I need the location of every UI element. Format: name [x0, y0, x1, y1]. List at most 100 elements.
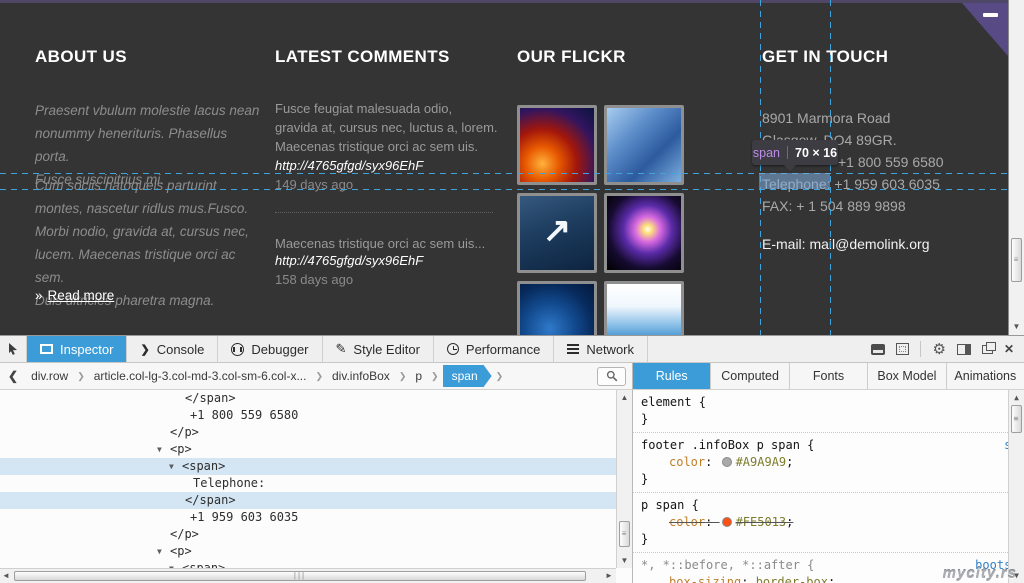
sidebar-tab-computed[interactable]: Computed — [711, 363, 790, 389]
devtools-second-row: ❮ div.row ❯ article.col-lg-3.col-md-3.col-… — [0, 363, 1024, 390]
markup-row[interactable]: ▼ <p> — [0, 543, 616, 560]
pick-element-button[interactable] — [0, 336, 27, 362]
search-button[interactable] — [597, 366, 626, 386]
settings-gear-icon[interactable]: ⚙ — [932, 342, 945, 357]
separate-window-icon[interactable] — [981, 341, 996, 354]
markup-scroll-left-icon[interactable]: ◄ — [1, 569, 11, 583]
tab-debugger[interactable]: Debugger — [218, 336, 323, 362]
markup-vertical-scrollbar[interactable]: ▲ ≡ ▼ — [616, 390, 632, 568]
arrow-icon: ↗ — [542, 211, 572, 250]
markup-row[interactable]: +1 800 559 6580 — [0, 407, 616, 424]
css-declaration[interactable]: color: #FE5013; — [641, 514, 1002, 531]
page-scrollbar[interactable]: ≡ ▼ — [1008, 0, 1024, 335]
css-declaration[interactable]: color: #A9A9A9; — [641, 454, 1002, 471]
tab-inspector[interactable]: Inspector — [27, 336, 128, 362]
markup-scrollbar-thumb[interactable]: ≡ — [619, 521, 630, 547]
markup-row[interactable]: ▼<span> — [0, 560, 616, 568]
markup-row[interactable]: ▼ <p> — [0, 441, 616, 458]
page-scroll-down-icon[interactable]: ▼ — [1009, 320, 1024, 333]
element-highlight-overlay — [759, 173, 830, 189]
markup-rows: </span> +1 800 559 6580 </p> ▼ <p> ▼ <span> Tel… — [0, 390, 616, 568]
markup-row[interactable]: +1 959 603 6035 — [0, 509, 616, 526]
sidebar-tab-animations[interactable]: Animations — [947, 363, 1024, 389]
close-devtools-icon[interactable]: ✕ — [1004, 342, 1014, 356]
rules-scrollbar-thumb[interactable]: ≡ — [1011, 405, 1022, 433]
comment-2-link[interactable]: http://4765gfgd/syx96EhF — [275, 253, 423, 268]
sidebar-tab-box-model[interactable]: Box Model — [868, 363, 947, 389]
responsive-design-mode-icon[interactable] — [896, 343, 910, 355]
rule-close-brace: } — [641, 412, 649, 426]
markup-row[interactable]: ▼<span> — [0, 458, 616, 475]
markup-row[interactable]: </span> — [0, 492, 616, 509]
highlighter-guide-left — [760, 0, 761, 335]
tab-console[interactable]: ❯ Console — [127, 336, 219, 362]
markup-row-text: Telephone: — [193, 476, 266, 490]
markup-row[interactable]: </p> — [0, 526, 616, 543]
toggle-split-console-icon[interactable] — [871, 343, 886, 355]
property-name: box-sizing — [669, 575, 742, 583]
inspector-icon — [40, 344, 53, 354]
breadcrumb-item-p[interactable]: p — [410, 365, 427, 387]
rules-list: element {inline}footer .infoBox p span {… — [633, 390, 1024, 583]
color-swatch[interactable] — [721, 517, 732, 527]
color-swatch[interactable] — [721, 457, 732, 467]
sidebar-tab-fonts[interactable]: Fonts — [790, 363, 869, 389]
email-link[interactable]: E-mail: mail@demolink.org — [762, 233, 1002, 255]
css-rule: p span {style.css:35color: #FE5013;} — [633, 493, 1024, 553]
markup-row[interactable]: Telephone: — [0, 475, 616, 492]
flickr-thumb-cubes-with-arrow[interactable]: ↗ — [517, 193, 597, 273]
breadcrumb-back-icon[interactable]: ❮ — [4, 369, 26, 383]
comments-separator — [275, 212, 493, 213]
property-name: color — [669, 455, 706, 469]
tab-performance[interactable]: Performance — [434, 336, 555, 362]
property-name: color — [669, 515, 706, 529]
highlighter-guide-right — [830, 0, 831, 335]
contact-fax: FAX: + 1 504 889 9898 — [762, 198, 906, 214]
corner-ribbon[interactable] — [962, 3, 1008, 56]
comment-1-link[interactable]: http://4765gfgd/syx96EhF — [275, 158, 423, 173]
breadcrumb-item-div-row[interactable]: div.row — [26, 365, 73, 387]
flickr-thumb-colorful-light-burst[interactable] — [604, 193, 684, 273]
markup-scroll-down-icon[interactable]: ▼ — [617, 554, 632, 567]
property-value: border-box — [755, 575, 828, 583]
contact-heading: GET IN TOUCH — [762, 47, 889, 66]
tab-label: Console — [156, 341, 205, 357]
markup-horizontal-scrollbar[interactable]: ◄ ||| ► — [0, 568, 616, 583]
breadcrumb-separator-icon: ❯ — [431, 370, 439, 381]
flickr-thumb-blue-white-particles[interactable] — [604, 281, 684, 335]
infobar-tag-name: span — [752, 145, 781, 160]
tab-style-editor[interactable]: ✎ Style Editor — [323, 336, 434, 362]
markup-row[interactable]: </span> — [0, 390, 616, 407]
sidebar-tab-rules[interactable]: Rules — [633, 363, 712, 389]
comment-1-text: Fusce feugiat malesuada odio, gravida at… — [275, 101, 498, 154]
comment-2-text: Maecenas tristique orci ac sem uis... — [275, 236, 486, 251]
markup-hscrollbar-thumb[interactable]: ||| — [14, 571, 586, 581]
breadcrumb-item-article-col-lg-3-col-md-3-col-sm-6-col-x[interactable]: article.col-lg-3.col-md-3.col-sm-6.col-x… — [89, 365, 312, 387]
highlighter-guide-top — [0, 173, 1008, 174]
expand-arrow-icon[interactable]: ▼ — [157, 445, 162, 454]
read-more-link[interactable]: » Read more — [35, 288, 114, 303]
breadcrumb-item-span[interactable]: span — [443, 365, 492, 387]
markup-row[interactable]: </p> — [0, 424, 616, 441]
toolbar-right-icons: ⚙ ✕ — [871, 336, 1024, 362]
tab-network[interactable]: Network — [554, 336, 649, 362]
expand-arrow-icon[interactable]: ▼ — [169, 462, 174, 471]
rule-selector: element { — [641, 395, 707, 409]
page-scrollbar-thumb[interactable]: ≡ — [1011, 238, 1022, 282]
property-value: #A9A9A9 — [735, 455, 787, 469]
rule-selector-line: footer .infoBox p span {style.css:329 — [641, 437, 1024, 454]
dock-to-side-icon[interactable] — [956, 343, 971, 355]
rules-vertical-scrollbar[interactable]: ▲ ≡ ▼ — [1008, 390, 1024, 583]
tab-label: Inspector — [60, 341, 114, 357]
rules-scroll-up-icon[interactable]: ▲ — [1009, 391, 1024, 404]
rule-close-brace: } — [641, 472, 649, 486]
markup-scroll-right-icon[interactable]: ► — [604, 569, 614, 583]
performance-icon — [446, 343, 459, 355]
flickr-thumb-blue-fractal-swirl[interactable] — [517, 281, 597, 335]
css-rule: footer .infoBox p span {style.css:329col… — [633, 433, 1024, 493]
expand-arrow-icon[interactable]: ▼ — [157, 547, 162, 556]
rule-selector: footer .infoBox p span { — [641, 438, 815, 452]
markup-scroll-up-icon[interactable]: ▲ — [617, 391, 632, 404]
breadcrumb-item-div-infobox[interactable]: div.infoBox — [327, 365, 395, 387]
breadcrumb-separator-icon: ❯ — [315, 370, 323, 381]
